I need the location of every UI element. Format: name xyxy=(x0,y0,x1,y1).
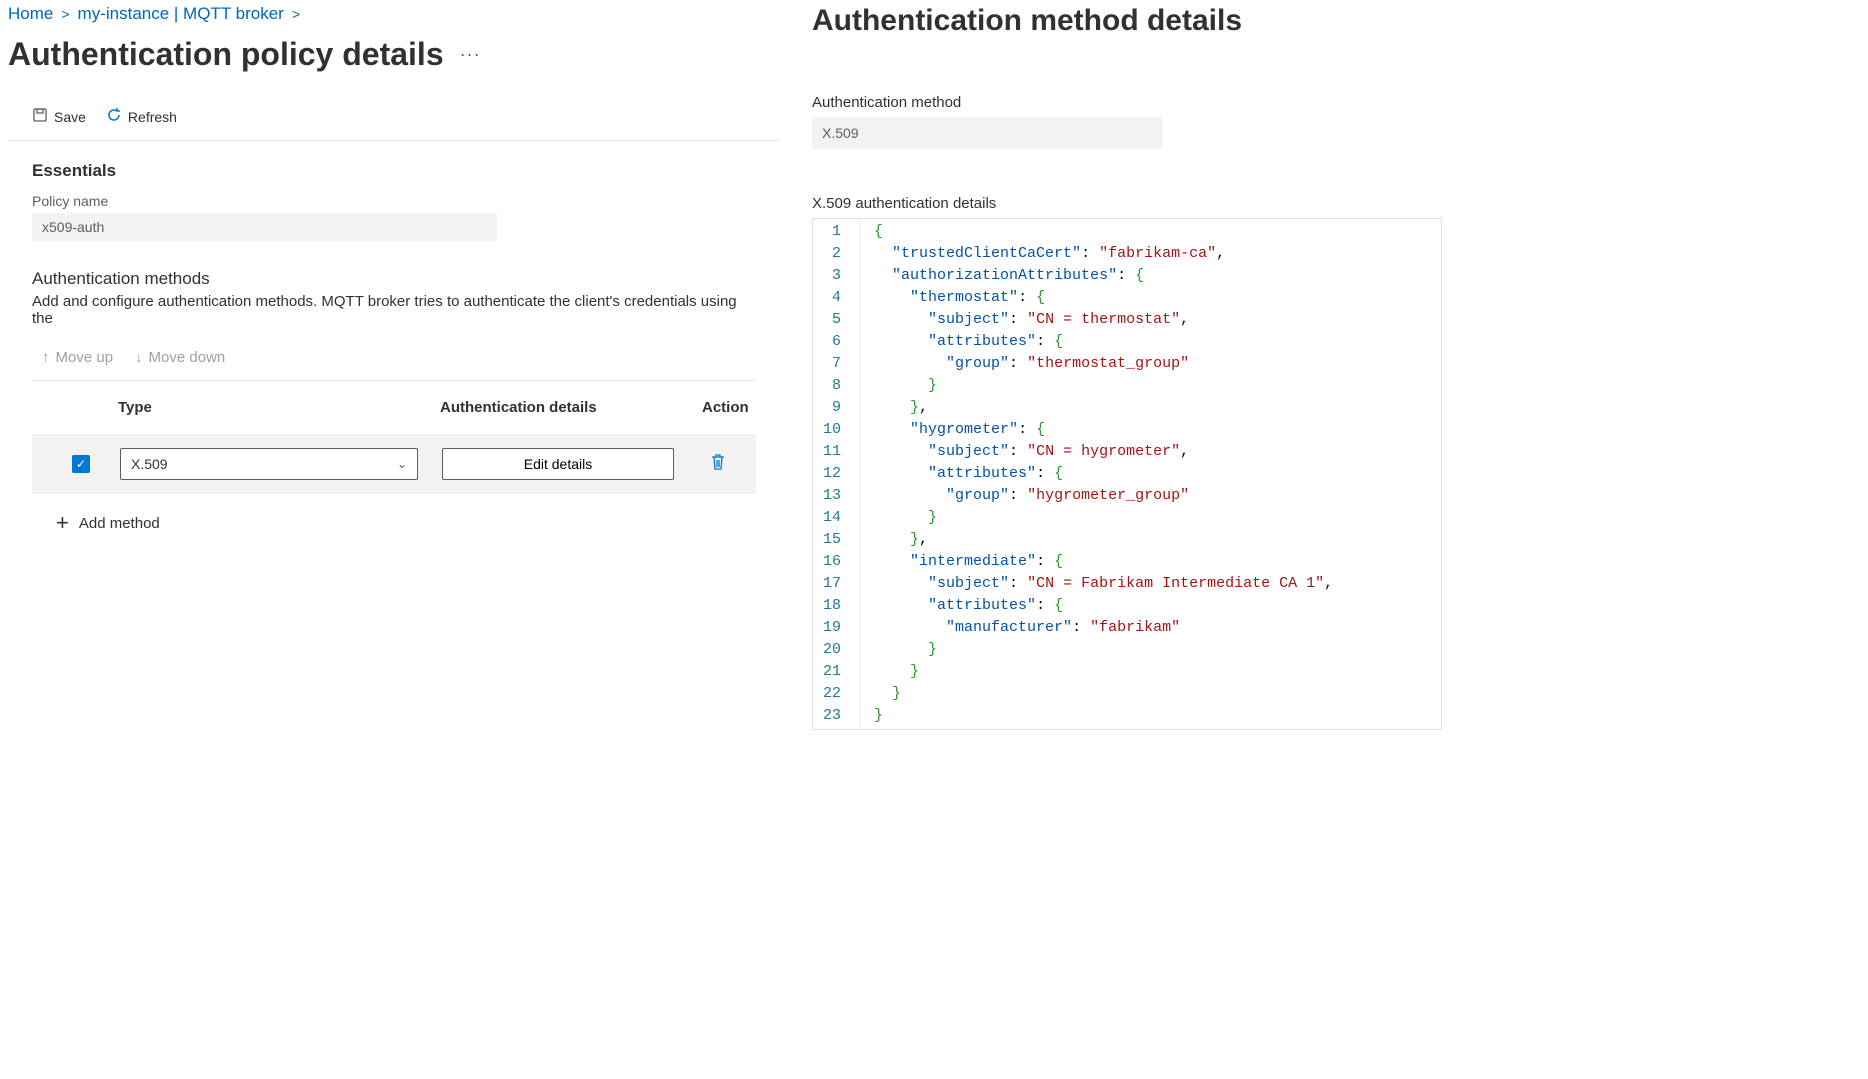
save-icon xyxy=(32,107,48,126)
refresh-button[interactable]: Refresh xyxy=(106,105,177,128)
type-select[interactable]: X.509 ⌄ xyxy=(120,448,418,480)
arrow-up-icon: ↑ xyxy=(42,349,50,366)
refresh-label: Refresh xyxy=(128,109,177,125)
more-menu-icon[interactable]: ··· xyxy=(460,44,481,65)
add-method-button[interactable]: + Add method xyxy=(32,494,160,536)
auth-method-field[interactable] xyxy=(812,117,1162,149)
essentials-section: Essentials Policy name Authentication me… xyxy=(8,141,780,536)
auth-methods-desc: Add and configure authentication methods… xyxy=(32,293,756,327)
refresh-icon xyxy=(106,107,122,126)
chevron-down-icon: ⌄ xyxy=(397,457,407,471)
page-title-row: Authentication policy details ··· xyxy=(8,32,780,97)
save-label: Save xyxy=(54,109,86,125)
toolbar: Save Refresh xyxy=(8,97,780,141)
x509-details-label: X.509 authentication details xyxy=(812,195,1868,212)
right-pane: Authentication method details Authentica… xyxy=(780,0,1868,1079)
table-row: ✓ X.509 ⌄ Edit details xyxy=(32,434,756,494)
chevron-right-icon: > xyxy=(292,6,300,22)
policy-name-field[interactable] xyxy=(32,213,497,241)
breadcrumb-home[interactable]: Home xyxy=(8,4,53,24)
auth-methods-title: Authentication methods xyxy=(32,269,756,289)
breadcrumb-instance[interactable]: my-instance | MQTT broker xyxy=(78,4,284,24)
right-panel-title: Authentication method details xyxy=(812,0,1868,94)
move-toolbar: ↑ Move up ↓ Move down xyxy=(32,345,756,381)
move-up-label: Move up xyxy=(56,349,114,366)
move-down-button[interactable]: ↓ Move down xyxy=(135,349,225,366)
col-type: Type xyxy=(118,399,440,416)
col-action: Action xyxy=(702,399,756,416)
breadcrumb: Home > my-instance | MQTT broker > xyxy=(8,0,780,32)
plus-icon: + xyxy=(56,510,69,536)
delete-icon[interactable] xyxy=(710,453,726,476)
col-auth-details: Authentication details xyxy=(440,399,702,416)
policy-name-label: Policy name xyxy=(32,193,756,209)
type-select-value: X.509 xyxy=(131,456,168,472)
page-title: Authentication policy details xyxy=(8,36,444,73)
arrow-down-icon: ↓ xyxy=(135,349,143,366)
methods-table-header: Type Authentication details Action xyxy=(32,381,756,434)
left-pane: Home > my-instance | MQTT broker > Authe… xyxy=(0,0,780,1079)
code-content[interactable]: { "trustedClientCaCert": "fabrikam-ca", … xyxy=(860,219,1333,729)
move-up-button[interactable]: ↑ Move up xyxy=(42,349,113,366)
code-editor[interactable]: 1 2 3 4 5 6 7 8 9 10 11 12 13 14 15 16 1… xyxy=(812,218,1442,730)
auth-method-label: Authentication method xyxy=(812,94,1868,111)
row-checkbox[interactable]: ✓ xyxy=(72,455,90,473)
code-gutter: 1 2 3 4 5 6 7 8 9 10 11 12 13 14 15 16 1… xyxy=(813,219,860,729)
add-method-label: Add method xyxy=(79,515,160,532)
move-down-label: Move down xyxy=(149,349,226,366)
essentials-title: Essentials xyxy=(32,161,756,181)
save-button[interactable]: Save xyxy=(32,105,86,128)
chevron-right-icon: > xyxy=(61,6,69,22)
edit-details-button[interactable]: Edit details xyxy=(442,448,674,480)
